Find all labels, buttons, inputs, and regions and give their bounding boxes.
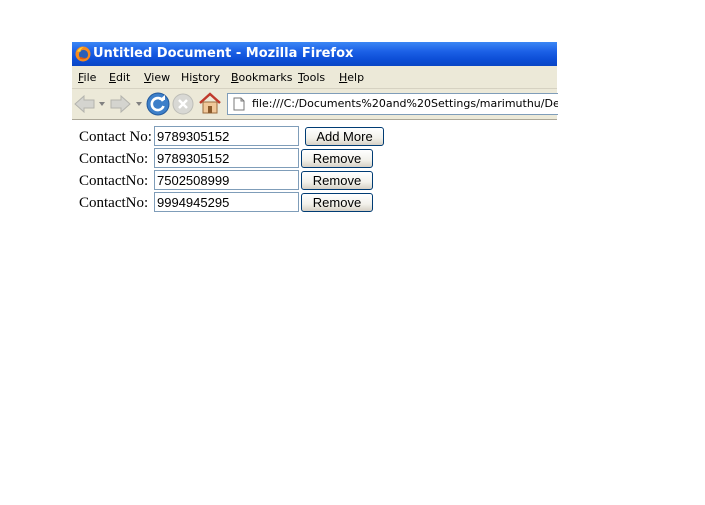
back-icon[interactable]	[73, 94, 97, 114]
menu-file[interactable]: File	[78, 71, 96, 84]
forward-icon[interactable]	[108, 94, 132, 114]
window-title: Untitled Document - Mozilla Firefox	[93, 46, 354, 61]
contact-label: ContactNo:	[79, 195, 149, 211]
contact-number-input[interactable]	[154, 148, 299, 168]
menu-bar: File Edit View History Bookmarks Tools H…	[72, 66, 557, 88]
title-bar[interactable]: Untitled Document - Mozilla Firefox	[72, 42, 557, 66]
menu-bookmarks[interactable]: Bookmarks	[231, 71, 292, 84]
menu-history[interactable]: History	[181, 71, 220, 84]
address-bar[interactable]: file:///C:/Documents%20and%20Settings/ma…	[227, 93, 558, 115]
page-icon	[233, 97, 245, 111]
contact-number-input[interactable]	[154, 126, 299, 146]
add-more-button[interactable]: Add More	[305, 127, 384, 146]
remove-button[interactable]: Remove	[301, 193, 373, 212]
home-icon[interactable]	[198, 91, 222, 115]
forward-dropdown-icon[interactable]	[135, 101, 143, 107]
back-dropdown-icon[interactable]	[98, 101, 106, 107]
firefox-logo-icon	[75, 46, 91, 62]
menu-tools[interactable]: Tools	[298, 71, 325, 84]
remove-button[interactable]: Remove	[301, 149, 373, 168]
url-text[interactable]: file:///C:/Documents%20and%20Settings/ma…	[252, 97, 558, 110]
menu-help[interactable]: Help	[339, 71, 364, 84]
browser-window: Untitled Document - Mozilla Firefox File…	[72, 42, 558, 120]
menu-view[interactable]: View	[144, 71, 170, 84]
contact-number-input[interactable]	[154, 170, 299, 190]
contact-number-input[interactable]	[154, 192, 299, 212]
contact-row: ContactNo: Remove	[79, 170, 399, 192]
navigation-toolbar: file:///C:/Documents%20and%20Settings/ma…	[72, 88, 558, 120]
contact-label: Contact No:	[79, 129, 152, 145]
contact-label: ContactNo:	[79, 151, 149, 167]
contact-row: ContactNo: Remove	[79, 148, 399, 170]
contact-row: Contact No: Add More	[79, 126, 399, 148]
menu-edit[interactable]: Edit	[109, 71, 130, 84]
reload-icon[interactable]	[146, 92, 170, 116]
contact-row: ContactNo: Remove	[79, 192, 399, 214]
contact-label: ContactNo:	[79, 173, 149, 189]
remove-button[interactable]: Remove	[301, 171, 373, 190]
stop-icon[interactable]	[172, 93, 194, 115]
